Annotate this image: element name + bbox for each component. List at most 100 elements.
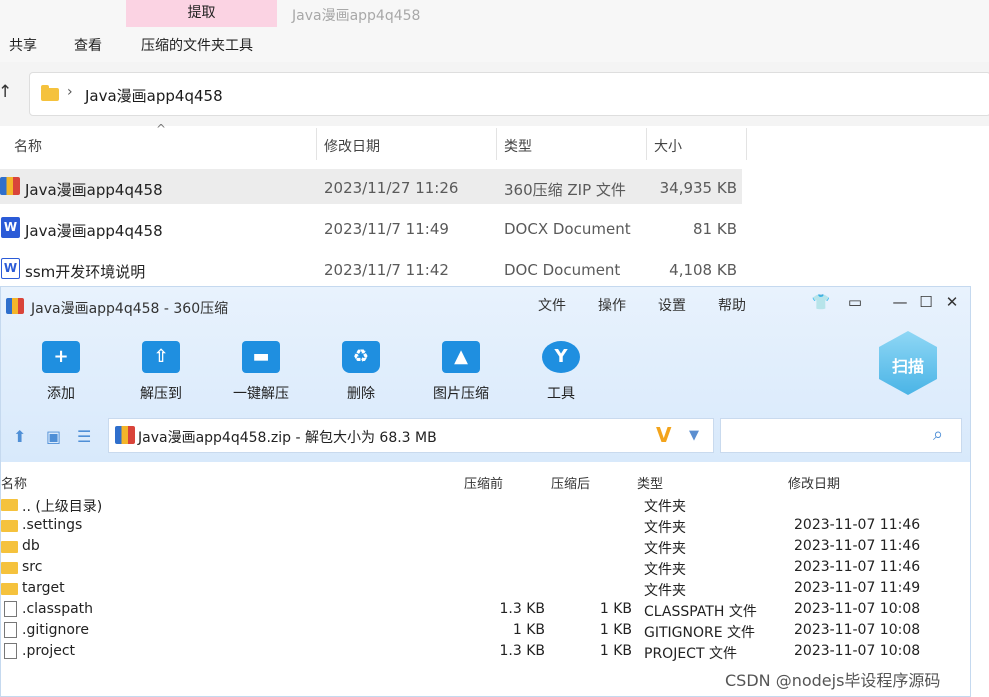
tab-share[interactable]: 共享 [9, 35, 37, 55]
file-type: DOCX Document [504, 220, 631, 238]
file-type: DOC Document [504, 261, 621, 279]
file-icon [4, 622, 17, 638]
entry-size-after: 1 KB [599, 601, 632, 617]
zip-app-icon [6, 298, 24, 314]
entry-name: .settings [22, 517, 83, 533]
thumbnail-view-icon[interactable]: ▣ [46, 427, 61, 446]
entry-modified: 2023-11-07 11:46 [794, 517, 921, 533]
search-input[interactable] [720, 418, 962, 453]
file-row[interactable]: W ssm开发环境说明 2023/11/7 11:42 DOC Document… [0, 251, 742, 286]
entry-name: .classpath [22, 601, 94, 617]
entry-type: 文件夹 [644, 541, 686, 557]
entry-modified: 2023-11-07 11:46 [794, 538, 921, 554]
list-view-icon[interactable]: ☰ [77, 427, 91, 446]
list-item[interactable]: .classpath 1.3 KB 1 KB CLASSPATH 文件 2023… [1, 599, 970, 620]
entry-modified: 2023-11-07 11:46 [794, 559, 921, 575]
entry-type: 文件夹 [644, 520, 686, 536]
search-icon[interactable]: ⌕ [933, 424, 943, 445]
maximize-button[interactable]: ☐ [915, 293, 937, 311]
column-divider[interactable] [646, 128, 647, 160]
watermark: CSDN @nodejs毕设程序源码 [725, 671, 941, 690]
tab-compressed-folder-tools[interactable]: 压缩的文件夹工具 [141, 35, 253, 55]
file-size: 34,935 KB [659, 179, 737, 197]
file-name: Java漫画app4q458 [25, 222, 163, 240]
extract-to-button[interactable]: ⇧ 解压到 [121, 333, 201, 405]
file-modified: 2023/11/7 11:49 [324, 220, 449, 238]
go-up-icon[interactable]: ⬆ [13, 427, 26, 446]
sort-ascending-icon: ^ [156, 122, 167, 136]
feedback-icon[interactable]: ▭ [844, 293, 866, 311]
file-icon [4, 643, 17, 659]
file-modified: 2023/11/27 11:26 [324, 179, 459, 197]
column-header-name[interactable]: 名称 [1, 473, 27, 492]
add-button[interactable]: + 添加 [21, 333, 101, 405]
dropdown-arrow-icon[interactable]: ▼ [689, 428, 699, 443]
extract-to-label: 解压到 [140, 386, 182, 402]
column-header-modified[interactable]: 修改日期 [324, 136, 380, 156]
file-icon [4, 601, 17, 617]
file-row[interactable]: Java漫画app4q458 2023/11/27 11:26 360压缩 ZI… [0, 169, 742, 204]
zip-window: Java漫画app4q458 - 360压缩 文件 操作 设置 帮助 👕 ▭ —… [0, 286, 971, 697]
menu-operate[interactable]: 操作 [598, 295, 626, 315]
folder-icon [1, 562, 18, 574]
add-icon: + [42, 337, 80, 373]
entry-size-after: 1 KB [599, 643, 632, 659]
column-header-type[interactable]: 类型 [637, 473, 663, 492]
tab-extract[interactable]: 提取 [126, 0, 277, 27]
column-divider[interactable] [746, 128, 747, 160]
entry-size-before: 1.3 KB [499, 601, 546, 617]
column-header-before[interactable]: 压缩前 [464, 473, 503, 492]
list-item[interactable]: .. (上级目录) 文件夹 [1, 494, 970, 515]
tab-view[interactable]: 查看 [74, 35, 102, 55]
add-label: 添加 [47, 386, 75, 402]
context-group-title: Java漫画app4q458 [292, 8, 421, 24]
one-click-extract-label: 一键解压 [233, 386, 289, 402]
delete-button[interactable]: ♻ 删除 [321, 333, 401, 405]
entry-name: db [22, 538, 40, 554]
menu-help[interactable]: 帮助 [718, 295, 746, 315]
entry-size-before: 1.3 KB [499, 643, 546, 659]
entry-type: PROJECT 文件 [644, 646, 737, 662]
entry-type: GITIGNORE 文件 [644, 625, 756, 641]
folder-icon [41, 85, 59, 101]
list-item[interactable]: target 文件夹 2023-11-07 11:49 [1, 578, 970, 599]
column-header-modified[interactable]: 修改日期 [788, 473, 840, 492]
list-item[interactable]: .project 1.3 KB 1 KB PROJECT 文件 2023-11-… [1, 641, 970, 662]
up-arrow-icon[interactable]: ↑ [0, 82, 12, 102]
entry-name: .project [22, 643, 76, 659]
tools-button[interactable]: Y 工具 [521, 333, 601, 405]
one-click-extract-button[interactable]: ▬ 一键解压 [221, 333, 301, 405]
scan-label: 扫描 [891, 357, 924, 376]
menu-settings[interactable]: 设置 [658, 295, 686, 315]
list-item[interactable]: src 文件夹 2023-11-07 11:46 [1, 557, 970, 578]
word-docx-icon: W [1, 217, 20, 238]
list-item[interactable]: db 文件夹 2023-11-07 11:46 [1, 536, 970, 557]
image-compress-button[interactable]: ▲ 图片压缩 [421, 333, 501, 405]
minimize-button[interactable]: — [889, 293, 911, 311]
tools-label: 工具 [547, 386, 575, 402]
image-compress-icon: ▲ [442, 337, 480, 373]
entry-name: .. (上级目录) [22, 499, 103, 515]
column-header-after[interactable]: 压缩后 [551, 473, 590, 492]
file-row[interactable]: W Java漫画app4q458 2023/11/7 11:49 DOCX Do… [0, 210, 742, 245]
entry-modified: 2023-11-07 10:08 [794, 622, 921, 638]
delete-label: 删除 [347, 386, 375, 402]
entry-modified: 2023-11-07 10:08 [794, 601, 921, 617]
menu-file[interactable]: 文件 [538, 295, 566, 315]
file-size: 4,108 KB [669, 261, 737, 279]
column-divider[interactable] [316, 128, 317, 160]
extract-to-icon: ⇧ [142, 337, 180, 373]
column-header-size[interactable]: 大小 [654, 136, 682, 156]
close-button[interactable]: ✕ [941, 293, 963, 311]
column-header-type[interactable]: 类型 [504, 136, 532, 156]
file-size: 81 KB [693, 220, 737, 238]
list-item[interactable]: .gitignore 1 KB 1 KB GITIGNORE 文件 2023-1… [1, 620, 970, 641]
column-header-name[interactable]: 名称 [14, 136, 42, 156]
column-divider[interactable] [496, 128, 497, 160]
v-badge-icon[interactable]: V [656, 423, 671, 447]
zip-archive-icon [0, 177, 20, 195]
address-path: Java漫画app4q458 [85, 87, 223, 105]
list-item[interactable]: .settings 文件夹 2023-11-07 11:46 [1, 515, 970, 536]
skin-icon[interactable]: 👕 [810, 293, 832, 311]
chevron-right-icon[interactable]: › [67, 84, 73, 100]
